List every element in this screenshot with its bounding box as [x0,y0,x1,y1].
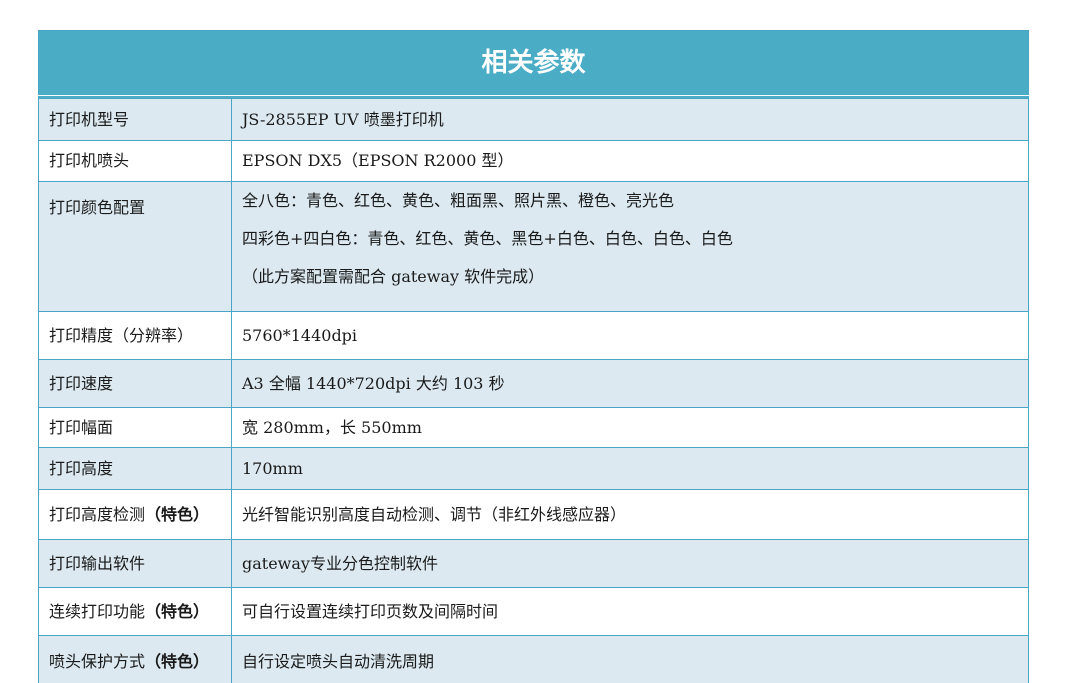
row-label: 打印机喷头 [38,140,232,182]
feature-tag: （特色） [145,504,210,524]
row-label: 打印高度检测 [49,504,146,524]
row-value: 光纤智能识别高度自动检测、调节（非红外线感应器） [231,489,1029,540]
row-label: 喷头保护方式 [49,651,146,671]
table-row: 打印颜色配置 全八色：青色、红色、黄色、粗面黑、照片黑、橙色、亮光色 四彩色+四… [38,181,1029,312]
color-config-line: 四彩色+四白色：青色、红色、黄色、黑色+白色、白色、白色、白色 [242,229,733,248]
row-value: JS-2855EP UV 喷墨打印机 [231,98,1029,141]
row-label-cell: 连续打印功能（特色） [38,587,232,636]
table-header-row: 相关参数 [38,30,1029,96]
table-title: 相关参数 [38,30,1029,96]
table-row: 连续打印功能（特色） 可自行设置连续打印页数及间隔时间 [38,587,1029,636]
table-row: 打印幅面 宽 280mm，长 550mm [38,407,1029,448]
row-value: 170mm [231,447,1029,490]
document-page: 相关参数 打印机型号 JS-2855EP UV 喷墨打印机 打印机喷头 EPSO… [0,0,1075,683]
table-row: 打印高度检测（特色） 光纤智能识别高度自动检测、调节（非红外线感应器） [38,489,1029,540]
table-row: 打印高度 170mm [38,447,1029,490]
table-row: 打印精度（分辨率） 5760*1440dpi [38,311,1029,360]
row-label: 打印幅面 [38,407,232,448]
row-value-multiline: 全八色：青色、红色、黄色、粗面黑、照片黑、橙色、亮光色 四彩色+四白色：青色、红… [231,181,1029,312]
row-label-cell: 打印高度检测（特色） [38,489,232,540]
row-value: 5760*1440dpi [231,311,1029,360]
row-value: gateway专业分色控制软件 [231,539,1029,588]
row-label: 打印精度（分辨率） [38,311,232,360]
table-row: 打印机型号 JS-2855EP UV 喷墨打印机 [38,98,1029,141]
row-value: 可自行设置连续打印页数及间隔时间 [231,587,1029,636]
row-value: 自行设定喷头自动清洗周期 [231,635,1029,683]
table-row: 打印速度 A3 全幅 1440*720dpi 大约 103 秒 [38,359,1029,408]
row-value: EPSON DX5（EPSON R2000 型） [231,140,1029,182]
spec-table: 相关参数 打印机型号 JS-2855EP UV 喷墨打印机 打印机喷头 EPSO… [38,30,1029,683]
color-config-line: 全八色：青色、红色、黄色、粗面黑、照片黑、橙色、亮光色 [242,191,675,210]
row-label: 打印高度 [38,447,232,490]
table-row: 打印输出软件 gateway专业分色控制软件 [38,539,1029,588]
row-value: A3 全幅 1440*720dpi 大约 103 秒 [231,359,1029,408]
row-value: 宽 280mm，长 550mm [231,407,1029,448]
row-label: 打印颜色配置 [38,181,232,312]
table-row: 打印机喷头 EPSON DX5（EPSON R2000 型） [38,140,1029,182]
color-config-note: （此方案配置需配合 gateway 软件完成） [242,267,545,286]
row-label: 打印速度 [38,359,232,408]
feature-tag: （特色） [145,651,210,671]
row-label: 连续打印功能 [49,601,146,621]
row-label: 打印输出软件 [38,539,232,588]
table-row: 喷头保护方式（特色） 自行设定喷头自动清洗周期 [38,635,1029,683]
row-label-cell: 喷头保护方式（特色） [38,635,232,683]
row-label: 打印机型号 [38,98,232,141]
feature-tag: （特色） [145,601,210,621]
